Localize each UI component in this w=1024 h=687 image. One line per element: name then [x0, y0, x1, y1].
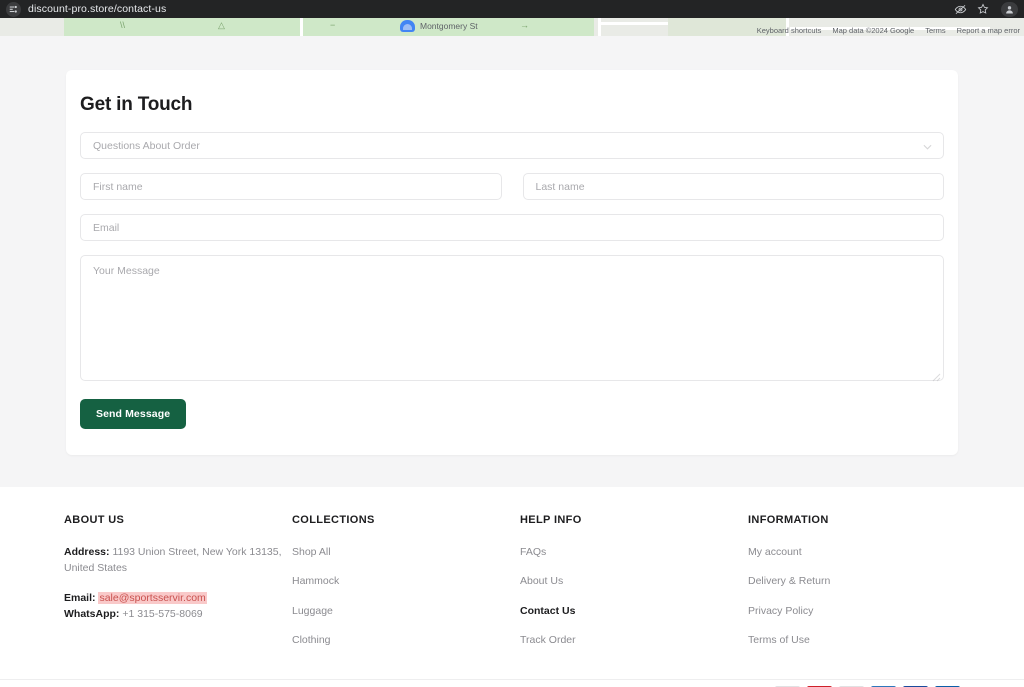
contact-form-card: Get in Touch Questions About Order First…: [66, 70, 958, 455]
last-name-input[interactable]: [522, 173, 944, 200]
footer-link-delivery-return[interactable]: Delivery & Return: [748, 573, 960, 589]
footer-email-line: Email: sale@sportsservir.com: [64, 590, 292, 606]
map-location-marker-icon: [400, 20, 415, 32]
map-embed-strip[interactable]: \\ △ − → Montgomery St Keyboard shortcut…: [0, 18, 1024, 36]
footer-link-track-order[interactable]: Track Order: [520, 632, 748, 648]
page-title: Get in Touch: [80, 94, 193, 115]
footer-link-privacy-policy[interactable]: Privacy Policy: [748, 603, 960, 619]
map-terms-link[interactable]: Terms: [925, 26, 945, 35]
footer-whatsapp-line: WhatsApp: +1 315-575-8069: [64, 606, 292, 622]
page-content: Get in Touch Questions About Order First…: [0, 36, 1024, 487]
footer-link-about-us[interactable]: About Us: [520, 573, 748, 589]
eye-slash-icon[interactable]: [953, 2, 967, 16]
footer-link-my-account[interactable]: My account: [748, 544, 960, 560]
footer-link-clothing[interactable]: Clothing: [292, 632, 520, 648]
subject-select-wrapper: Questions About Order: [80, 132, 944, 159]
profile-avatar-icon[interactable]: [1001, 1, 1018, 17]
footer-whatsapp-label: WhatsApp:: [64, 607, 120, 620]
footer-link-hammock[interactable]: Hammock: [292, 573, 520, 589]
map-report-error-link[interactable]: Report a map error: [957, 26, 1020, 35]
send-message-button[interactable]: Send Message: [80, 399, 187, 429]
footer-whatsapp-value[interactable]: +1 315-575-8069: [122, 608, 202, 620]
message-wrapper: [80, 255, 944, 382]
footer-column-help: HELP INFO FAQs About Us Contact Us Track…: [520, 514, 748, 661]
email-input[interactable]: [80, 214, 944, 241]
name-row: [80, 173, 944, 200]
email-row: [80, 214, 944, 241]
footer-column-collections: COLLECTIONS Shop All Hammock Luggage Clo…: [292, 514, 520, 661]
map-park-area: [64, 18, 594, 36]
footer-link-contact-us[interactable]: Contact Us: [520, 603, 748, 619]
footer-link-luggage[interactable]: Luggage: [292, 603, 520, 619]
footer-link-faqs[interactable]: FAQs: [520, 544, 748, 560]
browser-toolbar: discount-pro.store/contact-us: [0, 0, 1024, 18]
page-settings-icon[interactable]: [6, 1, 21, 17]
footer-heading-information: INFORMATION: [748, 514, 829, 526]
map-road-vertical: [598, 18, 601, 36]
footer-column-about: ABOUT US Address: 1193 Union Street, New…: [64, 514, 292, 661]
footer-column-information: INFORMATION My account Delivery & Return…: [748, 514, 960, 661]
url-text: discount-pro.store/contact-us: [28, 3, 167, 15]
address-bar[interactable]: discount-pro.store/contact-us: [6, 1, 167, 17]
footer-bottom-bar: 2024 giftxp.shop All Right Reserved. VIS…: [0, 679, 1024, 687]
footer-link-terms-of-use[interactable]: Terms of Use: [748, 632, 960, 648]
map-data-credit: Map data ©2024 Google: [832, 26, 915, 35]
footer-email-value[interactable]: sale@sportsservir.com: [98, 591, 207, 604]
subject-select[interactable]: Questions About Order: [80, 132, 944, 159]
map-keyboard-shortcuts[interactable]: Keyboard shortcuts: [757, 26, 822, 35]
star-icon[interactable]: [976, 2, 990, 16]
footer-heading-help: HELP INFO: [520, 514, 582, 526]
footer-address-label: Address:: [64, 546, 110, 558]
map-road: [600, 22, 668, 25]
footer-heading-about: ABOUT US: [64, 514, 125, 526]
footer-link-shop-all[interactable]: Shop All: [292, 544, 520, 560]
map-attribution: Keyboard shortcuts Map data ©2024 Google…: [757, 26, 1020, 35]
subject-select-value: Questions About Order: [93, 139, 200, 152]
site-footer: ABOUT US Address: 1193 Union Street, New…: [0, 487, 1024, 687]
map-marker-label: Montgomery St: [420, 21, 478, 31]
footer-email-label: Email:: [64, 591, 96, 604]
map-road-vertical: [300, 18, 303, 36]
footer-address: Address: 1193 Union Street, New York 131…: [64, 544, 292, 577]
first-name-input[interactable]: [80, 173, 502, 200]
browser-actions: [953, 0, 1018, 18]
footer-heading-collections: COLLECTIONS: [292, 514, 375, 526]
message-textarea[interactable]: [80, 255, 944, 381]
